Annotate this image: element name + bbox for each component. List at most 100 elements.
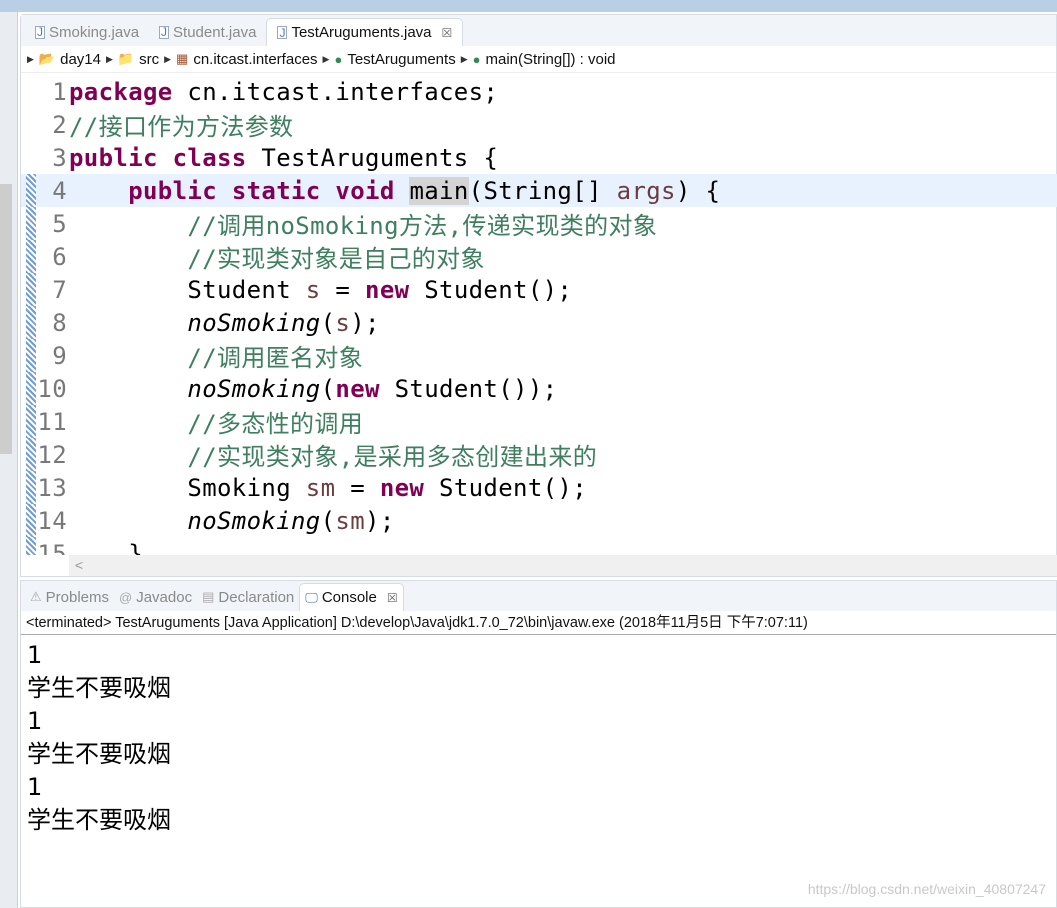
toolbar <box>0 0 1057 12</box>
close-icon[interactable]: ☒ <box>387 591 398 605</box>
line-number: 3 <box>52 143 67 172</box>
code-line: 15 } <box>21 537 1057 555</box>
class-icon: ● <box>334 51 343 67</box>
problems-icon: ⚠ <box>30 589 42 604</box>
breadcrumb: ▶ 📂 day14 ▶ 📁 src ▶ ▦ cn.itcast.interfaces ▶ ● Test… <box>21 46 1056 73</box>
code-token: sm <box>305 473 336 502</box>
code-token: ( <box>320 374 336 403</box>
code-token: ( <box>320 308 336 337</box>
chevron-right-icon[interactable]: ▶ <box>164 54 171 65</box>
code-line: 7 Student s = new Student(); <box>21 273 1057 306</box>
change-marker <box>26 273 36 306</box>
code-token: //调用noSmoking方法,传递实现类的对象 <box>187 212 658 240</box>
code-token: noSmoking <box>187 308 321 337</box>
tab-smoking-java[interactable]: J Smoking.java <box>25 18 149 46</box>
code-token: new <box>379 473 425 502</box>
code-text: Smoking sm = new Student(); <box>69 474 587 502</box>
code-text: //多态性的调用 <box>69 404 363 439</box>
chevron-right-icon[interactable]: ▶ <box>461 54 468 65</box>
code-token: } <box>69 539 143 556</box>
code-text: //实现类对象是自己的对象 <box>69 239 485 274</box>
code-text: //调用匿名对象 <box>69 338 363 373</box>
code-token: TestAruguments { <box>246 143 499 172</box>
tab-console[interactable]: 🖵 Console ☒ <box>299 583 404 611</box>
chevron-right-icon[interactable]: ▶ <box>323 54 330 65</box>
change-marker <box>26 471 36 504</box>
console-line: 1 <box>27 707 43 735</box>
code-line: 11 //多态性的调用 <box>21 405 1057 438</box>
code-text: //实现类对象,是采用多态创建出来的 <box>69 437 597 472</box>
java-file-icon: J <box>277 25 288 40</box>
code-line: 8 noSmoking(s); <box>21 306 1057 339</box>
editor-tabs: J Smoking.java J Student.java J TestArugument… <box>21 15 1056 46</box>
code-token: //多态性的调用 <box>187 410 364 438</box>
change-marker <box>26 306 36 339</box>
console-line: 1 <box>27 641 43 669</box>
tab-label: Student.java <box>173 23 257 41</box>
tab-javadoc[interactable]: @ Javadoc <box>114 583 197 611</box>
breadcrumb-item[interactable]: TestAruguments <box>347 51 455 68</box>
code-token: = <box>320 275 366 304</box>
line-number: 1 <box>52 77 67 106</box>
code-token: noSmoking <box>187 374 321 403</box>
scroll-left-icon[interactable]: < <box>75 557 83 573</box>
breadcrumb-item[interactable]: main(String[]) : void <box>485 51 615 68</box>
code-token: Student()); <box>379 374 558 403</box>
chevron-right-icon[interactable]: ▶ <box>27 54 34 65</box>
code-text: public class TestAruguments { <box>69 144 498 172</box>
console-line: 1 <box>27 773 43 801</box>
breadcrumb-item[interactable]: src <box>139 51 159 68</box>
code-line: 2//接口作为方法参数 <box>21 107 1057 142</box>
java-file-icon: J <box>159 25 170 39</box>
tab-testaruguments-java[interactable]: J TestAruguments.java ☒ <box>266 18 464 46</box>
editor: J Smoking.java J Student.java J TestArugument… <box>20 14 1057 577</box>
code-token: //实现类对象,是采用多态创建出来的 <box>187 443 598 471</box>
code-text: package cn.itcast.interfaces; <box>69 78 498 106</box>
code-area[interactable]: 1 package cn.itcast.interfaces; 2//接口作为方法参… <box>21 75 1057 555</box>
tab-student-java[interactable]: J Student.java <box>149 18 266 46</box>
code-line: 4 public static void main(String[] args)… <box>21 174 1057 207</box>
code-line: 3 public class TestAruguments { <box>21 141 1057 174</box>
code-token: (String[] <box>468 176 617 205</box>
code-line: 9 //调用匿名对象 <box>21 339 1057 372</box>
close-icon[interactable]: ☒ <box>442 26 453 40</box>
tab-problems[interactable]: ⚠ Problems <box>25 583 114 611</box>
change-marker <box>26 438 36 471</box>
change-marker <box>26 372 36 405</box>
code-token: sm <box>335 506 366 535</box>
horizontal-scrollbar[interactable]: < <box>69 555 1057 576</box>
code-text: //接口作为方法参数 <box>69 107 293 142</box>
code-token: Student <box>69 275 306 304</box>
code-token: //接口作为方法参数 <box>69 113 294 141</box>
tab-label: Declaration <box>218 588 295 606</box>
code-token: public <box>128 176 217 205</box>
code-line: 1 package cn.itcast.interfaces; <box>21 75 1057 108</box>
code-text: public static void main(String[] args) { <box>69 176 720 205</box>
code-token: package <box>69 77 173 106</box>
change-marker <box>26 174 36 207</box>
tab-declaration[interactable]: ▤ Declaration <box>197 583 299 611</box>
change-marker <box>26 240 36 273</box>
method-icon: ● <box>472 51 481 67</box>
breadcrumb-item[interactable]: day14 <box>60 51 101 68</box>
code-token: //调用匿名对象 <box>187 344 364 372</box>
breadcrumb-item[interactable]: cn.itcast.interfaces <box>193 51 317 68</box>
code-token: Smoking <box>69 473 306 502</box>
code-token: cn.itcast.interfaces; <box>172 77 499 106</box>
chevron-right-icon[interactable]: ▶ <box>106 54 113 65</box>
code-token: void <box>335 176 395 205</box>
console-icon: 🖵 <box>305 589 318 605</box>
scrollbar[interactable] <box>0 184 12 454</box>
code-token: = <box>335 473 380 502</box>
code-text: noSmoking(s); <box>69 309 380 337</box>
code-line: 10 noSmoking(new Student()); <box>21 372 1057 405</box>
code-text: noSmoking(sm); <box>69 507 395 535</box>
code-line: 13 Smoking sm = new Student(); <box>21 471 1057 504</box>
